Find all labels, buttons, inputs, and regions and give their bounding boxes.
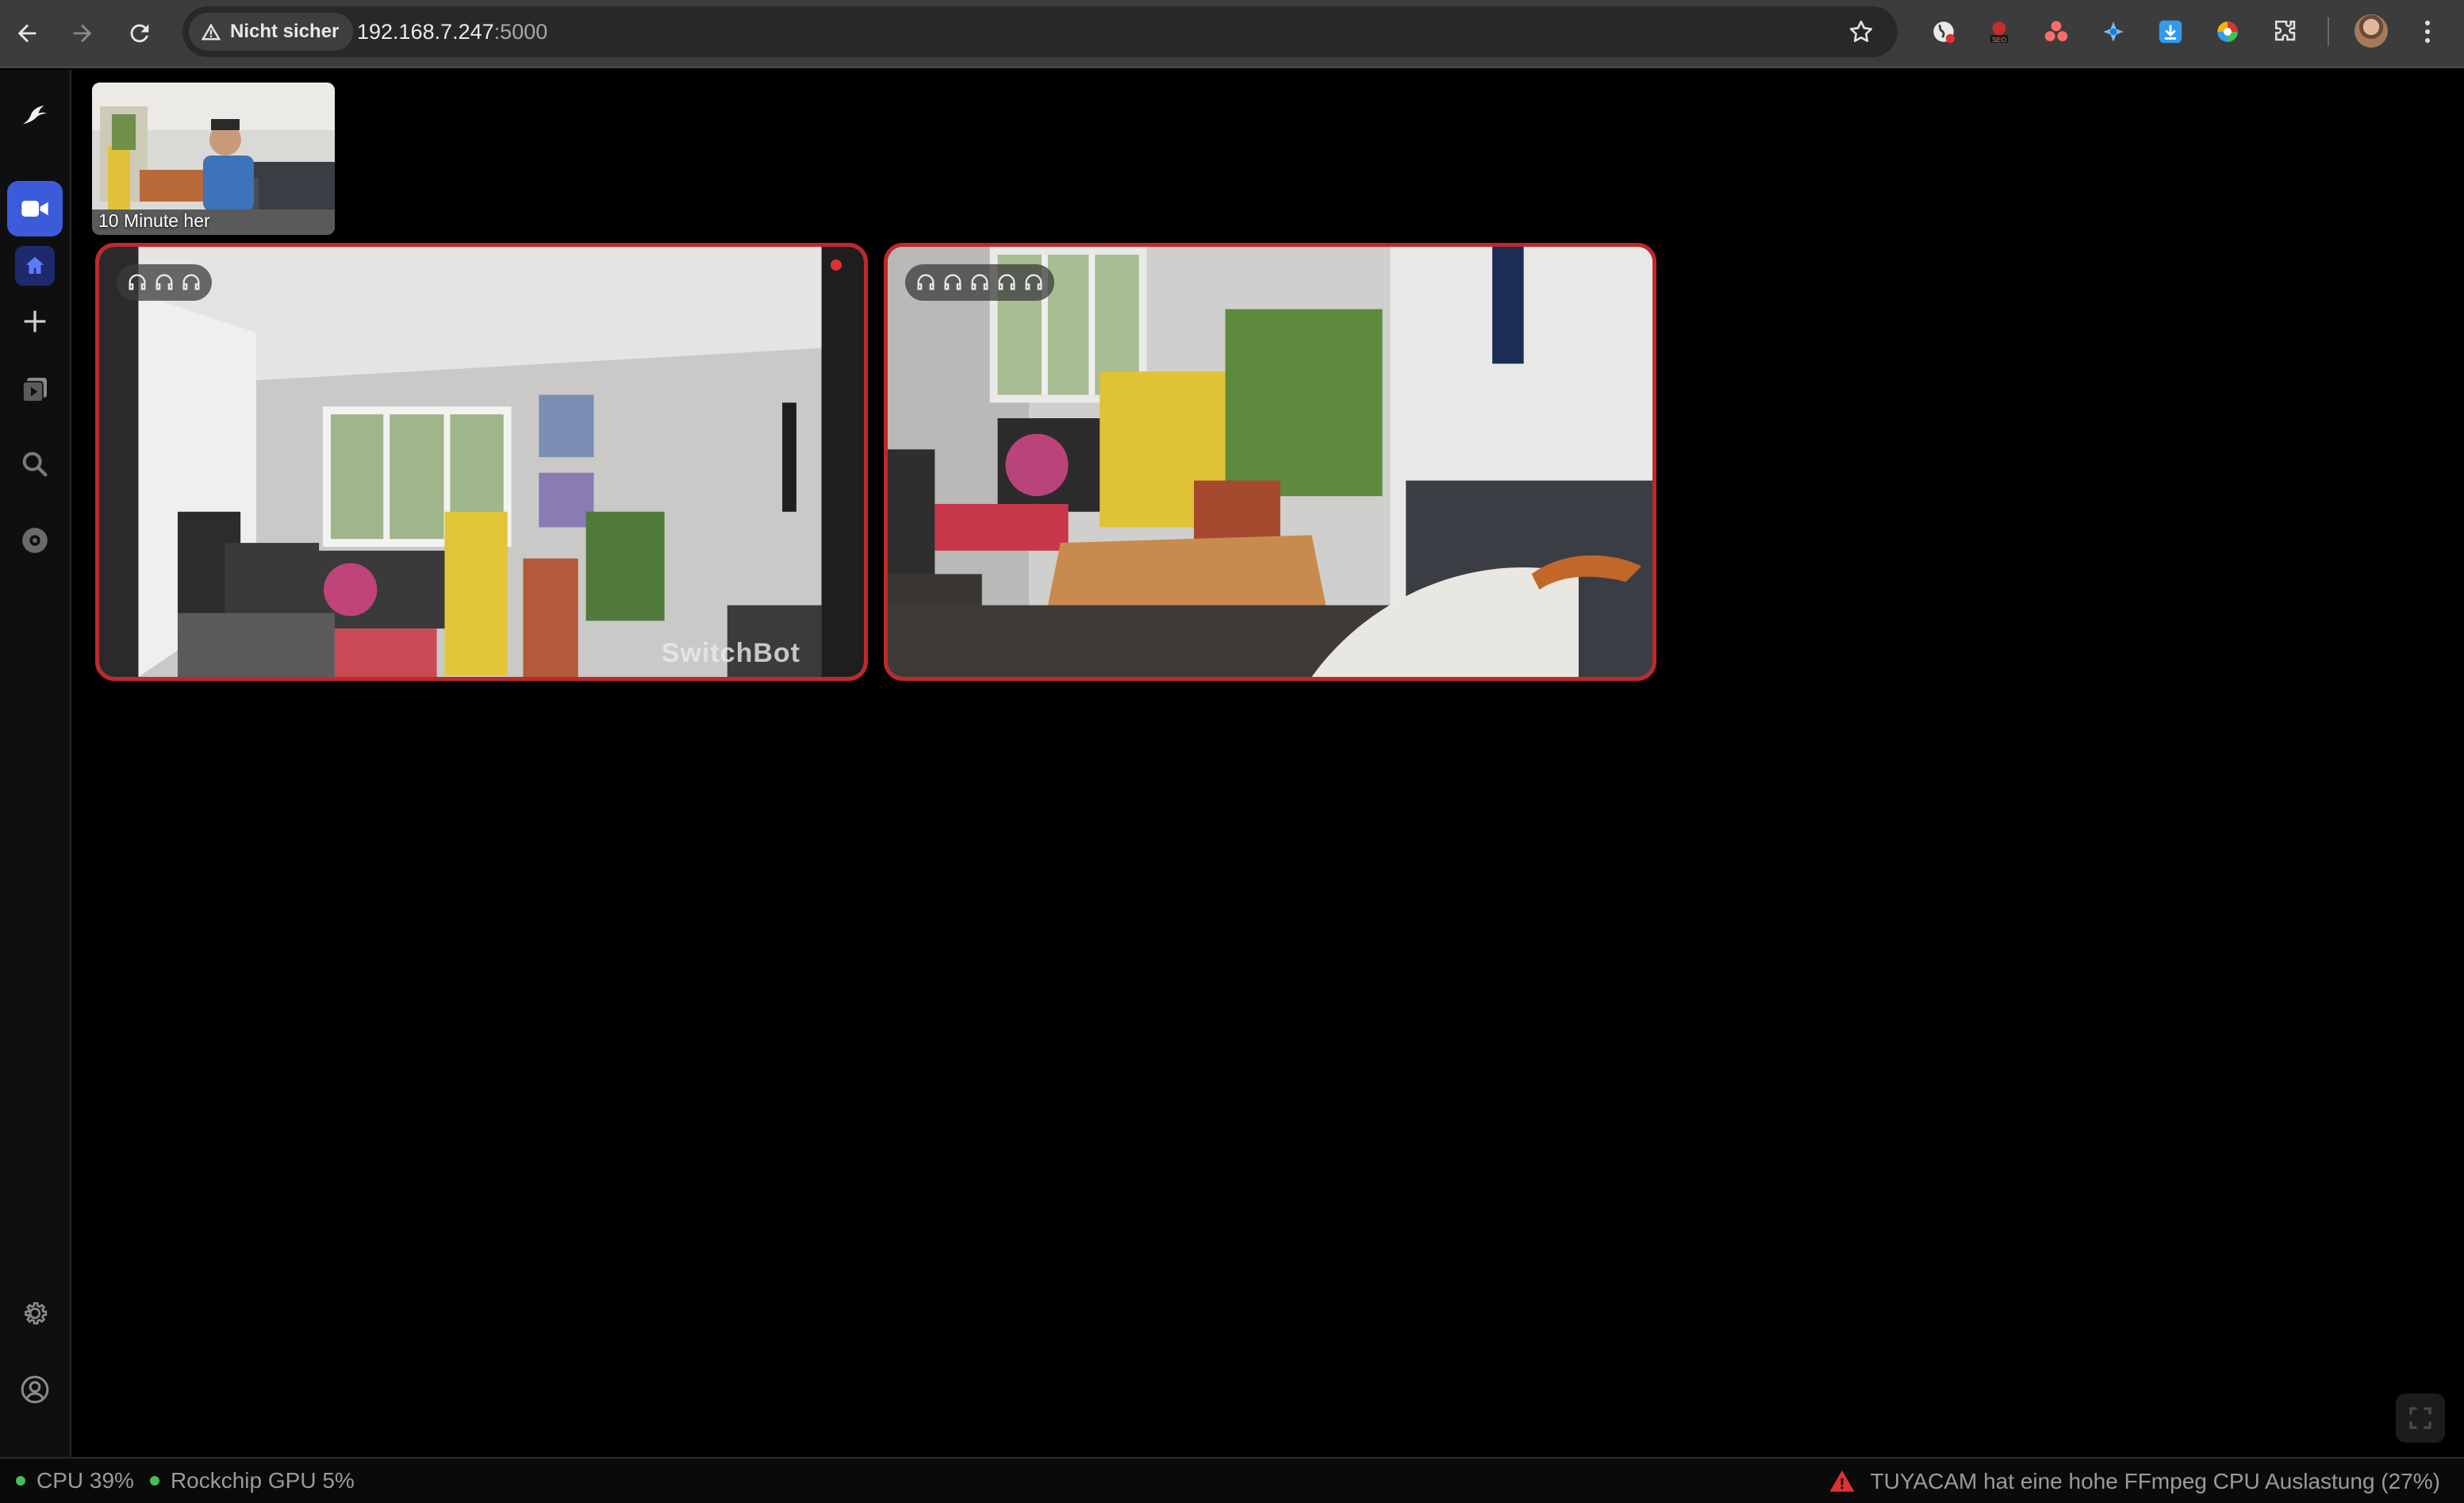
camera-2-status-icons <box>905 264 1054 301</box>
address-bar[interactable]: Nicht sicher 192.168.7.247:5000 <box>182 6 1898 57</box>
camera-1-feed <box>99 247 864 677</box>
download-icon <box>2159 20 2182 44</box>
arrow-left-icon <box>17 24 36 43</box>
nav-home-group[interactable] <box>15 246 55 286</box>
recent-event-thumbnail[interactable]: 10 Minute her <box>92 83 335 235</box>
extension-4[interactable] <box>2097 16 2129 48</box>
bookmark-star-icon[interactable] <box>1847 17 1875 46</box>
plus-icon <box>24 310 46 333</box>
cpu-status-dot <box>16 1476 25 1486</box>
status-audio-icon <box>155 274 173 290</box>
bird-logo-icon <box>23 106 47 125</box>
color-wheel-icon <box>2217 21 2238 42</box>
gpu-status-dot <box>149 1476 159 1486</box>
video-camera-icon <box>21 201 48 217</box>
cpu-label: CPU 39% <box>36 1468 134 1493</box>
warning-text: TUYACAM hat eine hohe FFmpeg CPU Auslast… <box>1870 1469 2440 1493</box>
reload-icon <box>130 24 149 43</box>
nav-settings[interactable] <box>7 1286 63 1341</box>
camera-1-status-icons <box>117 264 212 301</box>
nav-live[interactable] <box>7 181 63 236</box>
nav-explore[interactable] <box>7 436 63 492</box>
alert-triangle-icon <box>1829 1470 1855 1492</box>
extension-seo[interactable]: SEO <box>1983 16 2015 48</box>
extensions-button[interactable] <box>2270 16 2302 48</box>
extension-3[interactable] <box>2040 16 2072 48</box>
security-label: Nicht sicher <box>230 21 340 42</box>
search-icon <box>22 452 48 477</box>
reload-button[interactable] <box>121 14 159 52</box>
status-audio-icon <box>971 274 988 290</box>
back-button[interactable] <box>8 14 46 52</box>
status-audio-icon <box>129 274 146 290</box>
event-time-label: 10 Minute her <box>98 210 210 231</box>
extension-6[interactable] <box>2212 16 2243 48</box>
gpu-label: Rockchip GPU 5% <box>170 1468 355 1493</box>
toolbar-divider <box>2328 17 2329 46</box>
url-text[interactable]: 192.168.7.247:5000 <box>357 20 547 44</box>
status-bar: CPU 39% Rockchip GPU 5% TUYACAM hat eine… <box>0 1457 2464 1503</box>
home-icon <box>25 256 44 274</box>
svg-text:SEO: SEO <box>1992 36 2006 44</box>
browser-toolbar: Nicht sicher 192.168.7.247:5000 SEO <box>0 0 2464 68</box>
user-circle-icon <box>21 1375 49 1404</box>
camera-watermark: SwitchBot <box>661 638 800 668</box>
url-port: :5000 <box>493 20 548 44</box>
fullscreen-button[interactable] <box>2396 1393 2445 1443</box>
camera-2-feed <box>888 247 1652 677</box>
three-dots-cluster-icon <box>2044 21 2068 42</box>
status-audio-icon <box>944 274 961 290</box>
gpu-stat[interactable]: Rockchip GPU 5% <box>149 1468 355 1493</box>
status-audio-icon <box>917 274 935 290</box>
extension-5[interactable] <box>2155 16 2186 48</box>
nav-export[interactable] <box>7 513 63 568</box>
camera-tile-2[interactable] <box>884 243 1656 681</box>
forward-button[interactable] <box>63 14 102 52</box>
fullscreen-icon <box>2409 1407 2431 1429</box>
warning-triangle-icon <box>201 23 221 40</box>
recording-indicator <box>831 259 842 271</box>
security-chip[interactable]: Nicht sicher <box>189 13 354 51</box>
globe-blocked-icon <box>1933 21 1955 44</box>
seo-icon: SEO <box>1990 21 2009 44</box>
nav-account[interactable] <box>7 1362 63 1417</box>
live-dashboard: 10 Minute her SwitchBot <box>73 70 2464 1457</box>
extension-1[interactable] <box>1928 16 1959 48</box>
cpu-warning[interactable]: TUYACAM hat eine hohe FFmpeg CPU Auslast… <box>1828 1468 2440 1495</box>
media-library-icon <box>22 378 47 402</box>
browser-menu-button[interactable] <box>2415 14 2440 49</box>
url-host: 192.168.7.247 <box>357 20 494 44</box>
profile-avatar[interactable] <box>2355 14 2388 48</box>
nav-review[interactable] <box>7 362 63 417</box>
cpu-stat[interactable]: CPU 39% <box>16 1468 134 1493</box>
add-group-button[interactable] <box>7 294 63 349</box>
app-sidebar <box>0 70 71 1457</box>
status-audio-icon <box>998 274 1015 290</box>
status-audio-icon <box>182 274 200 290</box>
arrow-right-icon <box>73 24 92 43</box>
plus-sparkle-icon <box>2103 21 2124 42</box>
disc-icon <box>22 528 48 553</box>
gear-icon <box>25 1302 48 1324</box>
status-audio-icon <box>1025 274 1042 290</box>
app-logo[interactable] <box>7 86 63 141</box>
camera-tile-1[interactable]: SwitchBot <box>95 243 868 681</box>
puzzle-icon <box>2274 20 2296 41</box>
